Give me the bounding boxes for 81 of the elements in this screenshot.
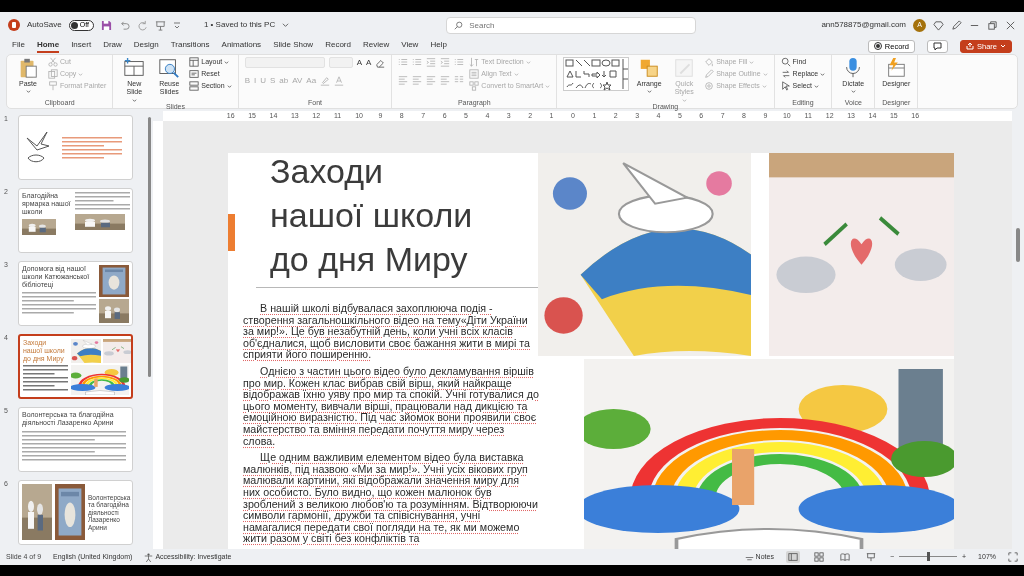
ribbon-tab[interactable]: File xyxy=(12,39,25,53)
slide-layout-icon xyxy=(123,57,146,79)
view-button[interactable] xyxy=(785,551,800,563)
comment-button[interactable] xyxy=(927,39,948,53)
smartart-icon xyxy=(469,81,480,91)
text-lines-drawing xyxy=(23,365,68,392)
brush-icon xyxy=(48,81,58,91)
accent-bar xyxy=(228,214,235,251)
text-lines-drawing xyxy=(62,136,122,159)
designer-icon xyxy=(885,57,908,79)
share-icon xyxy=(966,42,974,50)
ribbon-tab[interactable]: Record xyxy=(325,39,351,53)
caret-icon xyxy=(850,89,856,95)
zoom-slider-thumb[interactable] xyxy=(926,552,930,562)
search-icon xyxy=(454,20,464,30)
slide-title: Заходи нашої школи до дня Миру xyxy=(270,151,474,280)
ribbon-tab[interactable]: Help xyxy=(430,39,447,53)
caret-icon xyxy=(646,89,652,95)
body-paragraph: Ще одним важливим елементом відео була виставка малюнків, під назвою «Ми за мир!». Учні усіх вікових груп малювали картини, які відображали значення миру для них особисто. Було видно, що кожен малюнок був зроблений з великою любов'ю та розумінням. Відтворюючи символи гармонії, дружби та співіснування, учні намагалися передати свої погляди на те, як ми можемо жити разом у світі без конфліктів та xyxy=(243,452,539,545)
caret-icon xyxy=(749,59,755,65)
caret-icon xyxy=(131,97,137,103)
caret-icon xyxy=(545,83,551,89)
cursor-icon xyxy=(780,81,791,91)
search-icon xyxy=(780,57,791,67)
fit-to-window-icon[interactable] xyxy=(1008,552,1018,562)
slide-thumbnail[interactable] xyxy=(18,115,133,180)
ribbon-tab[interactable]: View xyxy=(401,39,419,53)
view-button[interactable] xyxy=(811,551,826,563)
pen-icon[interactable] xyxy=(951,19,962,31)
ribbon-tab[interactable]: Home xyxy=(36,39,60,53)
format-button[interactable]: A xyxy=(356,57,362,68)
reset-icon xyxy=(189,69,200,79)
restore-icon[interactable] xyxy=(987,19,998,31)
account-email[interactable]: ann578875@gmail.com xyxy=(821,20,906,30)
effects-icon xyxy=(704,81,715,91)
ribbon-tab[interactable]: Insert xyxy=(71,39,92,53)
caret-icon xyxy=(1000,43,1006,49)
ribbon-tab[interactable]: Design xyxy=(133,39,159,53)
replace-icon xyxy=(780,69,791,79)
text-lines-drawing xyxy=(75,192,130,210)
document-title[interactable]: 1 • Saved to this PC xyxy=(203,20,276,30)
diamond-icon[interactable] xyxy=(933,19,944,31)
presentation-icon xyxy=(154,19,166,31)
brush-style-icon xyxy=(673,57,696,79)
search-field[interactable]: Search xyxy=(446,16,697,34)
text-direction-icon xyxy=(469,57,480,67)
save-icon xyxy=(100,19,112,31)
ribbon-tab[interactable]: Animations xyxy=(221,39,262,53)
comment-icon xyxy=(933,42,942,50)
caret-icon xyxy=(78,71,84,77)
section-icon xyxy=(189,81,200,91)
caret-icon xyxy=(226,83,232,89)
ribbon-tab[interactable]: Draw xyxy=(103,39,122,53)
shapes-gallery[interactable] xyxy=(563,57,630,91)
redo-icon xyxy=(136,19,148,31)
body-paragraph: Однією з частин цього відео було декламування віршів про мир. Кожен клас вибрав свій вірш, який найкраще відображав їхню уяву про мир та спокій. Учні готувалися до цього моменту, вивчали вірші, працювали над дикцією та емоційною виразністю. Під час зйомок вони проявили своє майстерство та вміння передати почуття миру через слова. xyxy=(243,365,539,448)
caret-icon xyxy=(25,89,31,95)
customize-icon[interactable] xyxy=(172,20,181,30)
copy-icon xyxy=(48,69,58,79)
format-button[interactable]: A xyxy=(366,57,372,68)
caret-icon xyxy=(224,59,230,65)
ribbon-tab[interactable]: Transitions xyxy=(170,39,210,53)
squares-icon xyxy=(638,57,661,79)
ribbon-tab[interactable]: Slide Show xyxy=(273,39,314,53)
scissors-icon xyxy=(48,57,58,67)
autosave-label: AutoSave xyxy=(27,20,62,30)
eraser-icon[interactable] xyxy=(375,57,386,68)
app-logo-icon xyxy=(8,19,20,31)
record-icon xyxy=(873,42,882,50)
align-text-icon xyxy=(469,69,480,79)
layout-icon xyxy=(189,57,200,67)
chevron-down-icon xyxy=(282,21,290,29)
accessibility-icon xyxy=(144,552,154,562)
caret-icon xyxy=(681,97,687,103)
ribbon-tab[interactable]: Review xyxy=(362,39,390,53)
slide-search-icon xyxy=(158,57,181,79)
body-paragraph: В нашій школі відбувалася захоплююча подія - створення загальношкільного відео на тему«Діти України за мир!». Це був незабутній день, коли учні всіх класів об'єдналися, щоб висловити своє бажання жити в мирі та сприяти його поширенню. xyxy=(243,303,532,361)
close-icon[interactable] xyxy=(1005,19,1016,31)
paint-bucket-icon xyxy=(704,57,715,67)
view-button[interactable] xyxy=(837,551,852,563)
pen-outline-icon xyxy=(704,69,715,79)
